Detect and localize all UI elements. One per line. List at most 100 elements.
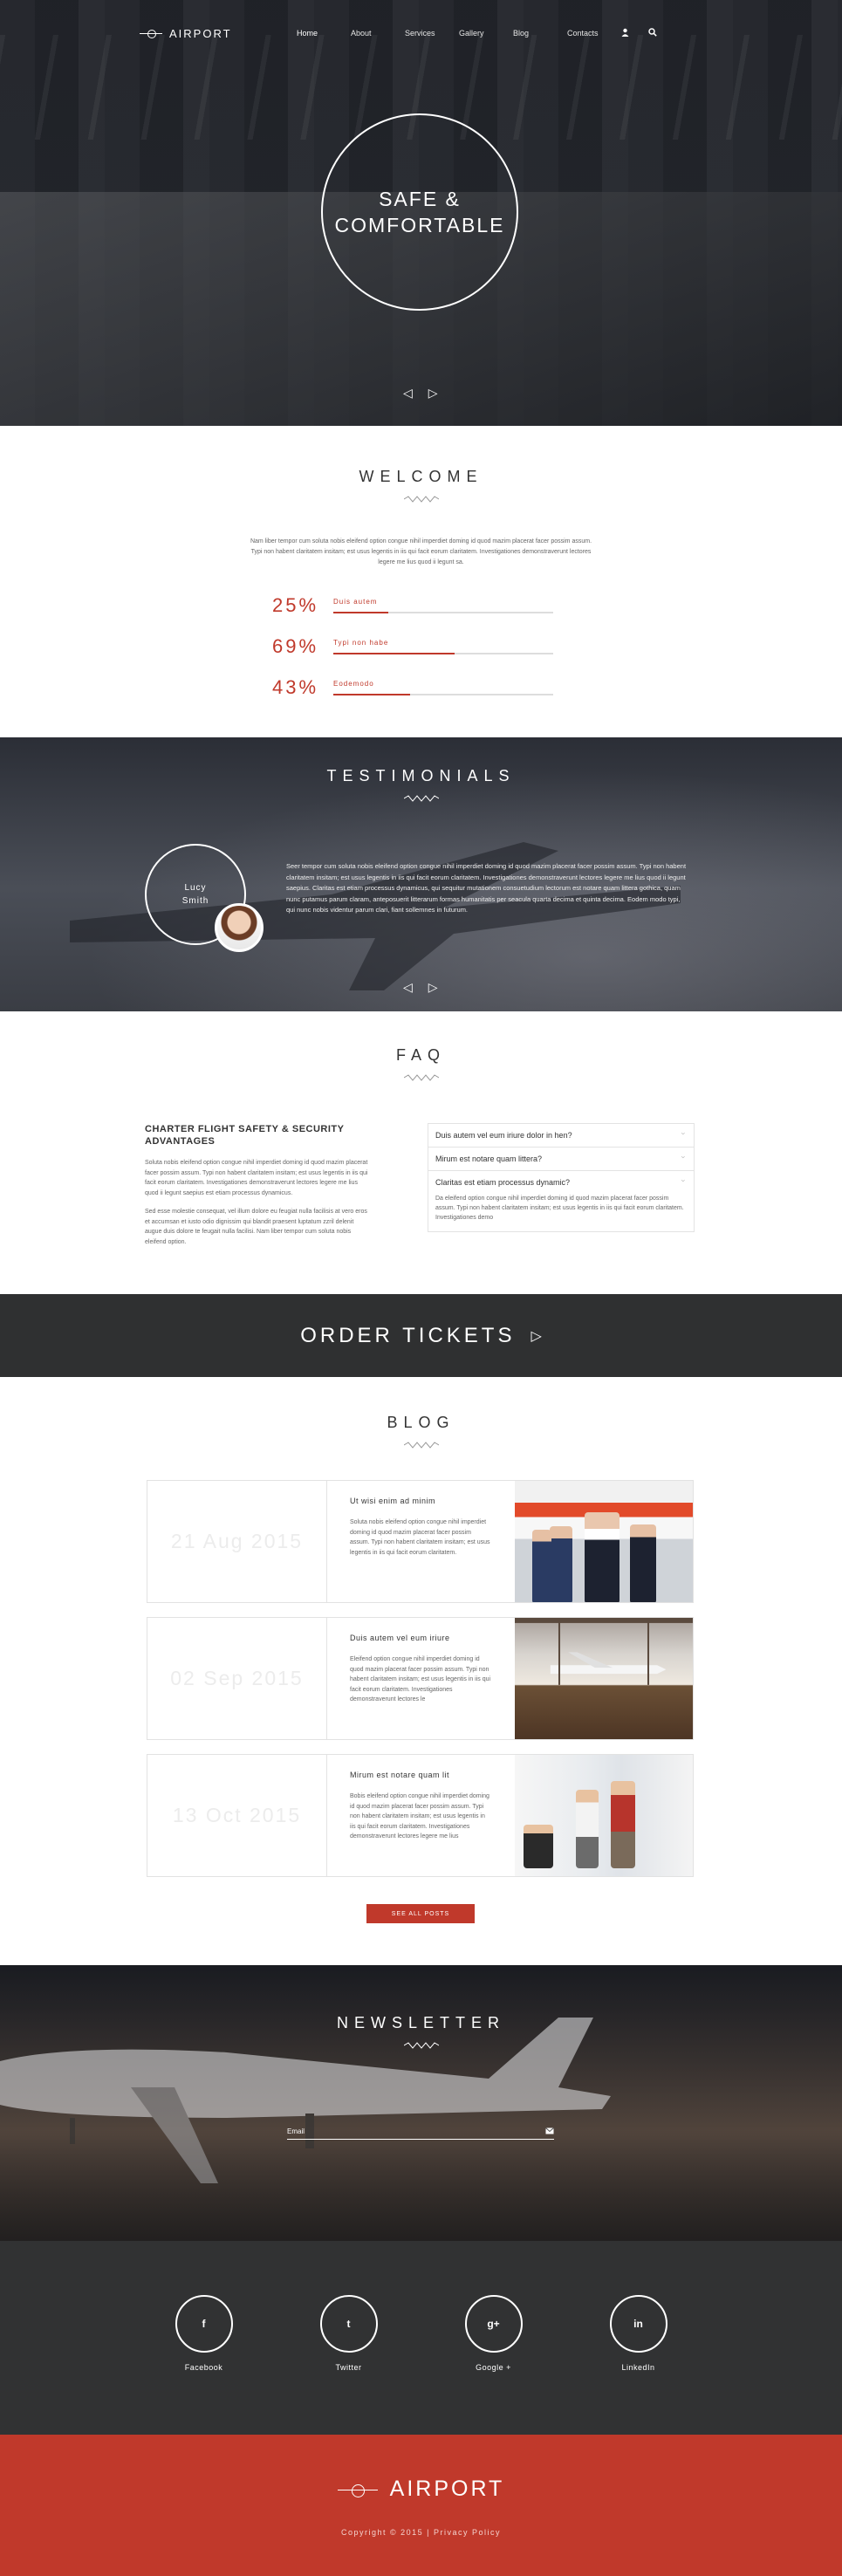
order-tickets-banner[interactable]: ORDER TICKETS ▷: [0, 1294, 842, 1377]
progress-fill: [333, 694, 411, 695]
stat-value: 43%: [272, 676, 319, 698]
faq-question-open[interactable]: Claritas est etiam processus dynamic?: [428, 1171, 694, 1194]
faq-paragraph: Soluta nobis eleifend option congue nihi…: [145, 1160, 368, 1196]
faq-answer: Da eleifend option congue nihil imperdie…: [435, 1196, 684, 1221]
testimonials-section: TESTIMONIALS Lucy Smith Seer tempor cum …: [0, 737, 842, 1011]
faq-question[interactable]: Duis autem vel eum iriure dolor in hen?: [428, 1124, 694, 1148]
see-all-posts-button[interactable]: SEE ALL POSTS: [366, 1904, 475, 1923]
stat-item: 69% Typi non habe: [272, 635, 553, 676]
google-plus-icon[interactable]: g+: [464, 2295, 523, 2353]
footer-logo-text: AIRPORT: [389, 2477, 505, 2501]
post-excerpt: Eleifend option congue nihil imperdiet d…: [350, 1656, 491, 1702]
linkedin-icon[interactable]: in: [609, 2295, 667, 2353]
newsletter-form: [287, 2124, 554, 2140]
social-label[interactable]: LinkedIn: [621, 2363, 654, 2372]
social-label[interactable]: Google +: [476, 2363, 511, 2372]
plane-logo-icon: [140, 29, 162, 38]
social-label[interactable]: Facebook: [185, 2363, 223, 2372]
nav-item-gallery[interactable]: Gallery: [459, 29, 513, 38]
social-twitter[interactable]: t Twitter: [318, 2295, 380, 2435]
user-icon[interactable]: [621, 28, 629, 39]
faq-accordion: Duis autem vel eum iriure dolor in hen? …: [428, 1123, 695, 1232]
post-excerpt: Bobis eleifend option congue nihil imper…: [350, 1793, 489, 1840]
jet-background-image: [0, 2018, 611, 2183]
social-links: f Facebook t Twitter g+ Google + in Link…: [0, 2241, 842, 2435]
post-date: 21 Aug 2015: [147, 1481, 327, 1602]
nav-item-blog[interactable]: Blog: [513, 29, 567, 38]
post-excerpt: Soluta nobis eleifend option congue nihi…: [350, 1519, 490, 1556]
blog-post[interactable]: 21 Aug 2015 Ut wisi enim ad minim Soluta…: [147, 1480, 694, 1603]
zigzag-divider-icon: [403, 1074, 439, 1081]
author-first-name: Lucy: [184, 883, 207, 893]
author-last-name: Smith: [181, 896, 209, 906]
nav-item-home[interactable]: Home: [297, 29, 351, 38]
social-google-plus[interactable]: g+ Google +: [463, 2295, 524, 2435]
social-linkedin[interactable]: in LinkedIn: [608, 2295, 669, 2435]
post-title[interactable]: Duis autem vel eum iriure: [350, 1634, 492, 1642]
hero-slogan-line1: SAFE &: [379, 188, 461, 210]
newsletter-section: NEWSLETTER: [0, 1965, 842, 2241]
facebook-icon[interactable]: f: [175, 2295, 233, 2353]
logo-text: AIRPORT: [169, 26, 232, 40]
welcome-title: WELCOME: [359, 468, 483, 485]
hero-slider-arrows: ◁ ▷: [403, 386, 438, 401]
progress-track: [333, 612, 553, 613]
faq-question[interactable]: Mirum est notare quam littera?: [428, 1148, 694, 1171]
social-facebook[interactable]: f Facebook: [174, 2295, 235, 2435]
post-date: 02 Sep 2015: [147, 1618, 327, 1739]
nav-item-about[interactable]: About: [351, 29, 405, 38]
faq-intro: CHARTER FLIGHT SAFETY & SECURITY ADVANTA…: [145, 1123, 370, 1247]
zigzag-divider-icon: [403, 1442, 439, 1449]
terminal-photo[interactable]: [515, 1618, 693, 1739]
blog-section: BLOG 21 Aug 2015 Ut wisi enim ad minim S…: [0, 1377, 842, 1965]
blog-title: BLOG: [387, 1414, 455, 1431]
prev-arrow-icon[interactable]: ◁: [403, 386, 413, 401]
nav-menu: Home About Services Gallery Blog Contact…: [297, 29, 621, 38]
footer-logo[interactable]: AIRPORT: [337, 2477, 505, 2502]
nav-item-services[interactable]: Services: [405, 29, 459, 38]
plane-window-image: [515, 1618, 693, 1685]
nav-icons: [621, 27, 657, 39]
welcome-section: WELCOME Nam liber tempor cum soluta nobi…: [0, 426, 842, 737]
progress-fill: [333, 653, 455, 654]
play-arrow-icon[interactable]: ▷: [531, 1327, 541, 1345]
hero-slogan-line2: COMFORTABLE: [334, 214, 505, 236]
stat-value: 25%: [272, 594, 319, 616]
lounge-photo[interactable]: [515, 1755, 693, 1876]
email-input[interactable]: [287, 2127, 514, 2135]
envelope-icon[interactable]: [545, 2127, 554, 2136]
faq-section: FAQ CHARTER FLIGHT SAFETY & SECURITY ADV…: [0, 1011, 842, 1294]
progress-track: [333, 694, 553, 695]
testimonial-quote: Seer tempor cum soluta nobis eleifend op…: [286, 862, 687, 914]
post-title[interactable]: Ut wisi enim ad minim: [350, 1497, 492, 1505]
testimonial-slider-arrows: ◁ ▷: [403, 980, 438, 995]
copyright-text[interactable]: Copyright © 2015 | Privacy Policy: [341, 2528, 501, 2537]
faq-heading: CHARTER FLIGHT SAFETY & SECURITY ADVANTA…: [145, 1124, 345, 1147]
twitter-icon[interactable]: t: [319, 2295, 378, 2353]
post-date: 13 Oct 2015: [147, 1755, 327, 1876]
progress-fill: [333, 612, 388, 613]
plane-logo-icon: [337, 2483, 378, 2497]
stat-item: 43% Eodemodo: [272, 676, 553, 717]
footer: AIRPORT Copyright © 2015 | Privacy Polic…: [0, 2435, 842, 2576]
prev-arrow-icon[interactable]: ◁: [403, 980, 413, 995]
progress-track: [333, 653, 553, 654]
avatar: [215, 903, 264, 952]
nav-item-contacts[interactable]: Contacts: [567, 29, 621, 38]
next-arrow-icon[interactable]: ▷: [428, 386, 438, 401]
stat-label: Eodemodo: [333, 680, 374, 688]
hero-section: AIRPORT Home About Services Gallery Blog…: [0, 0, 842, 426]
stat-label: Duis autem: [333, 598, 378, 606]
post-title[interactable]: Mirum est notare quam lit: [350, 1771, 492, 1779]
blog-posts: 21 Aug 2015 Ut wisi enim ad minim Soluta…: [147, 1480, 694, 1891]
blog-post[interactable]: 02 Sep 2015 Duis autem vel eum iriure El…: [147, 1617, 694, 1740]
next-arrow-icon[interactable]: ▷: [428, 980, 438, 995]
search-icon[interactable]: [648, 27, 657, 39]
order-tickets-label[interactable]: ORDER TICKETS: [300, 1324, 515, 1348]
logo[interactable]: AIRPORT: [140, 27, 297, 40]
social-label[interactable]: Twitter: [335, 2363, 361, 2372]
stats-list: 25% Duis autem 69% Typi non habe 43% Eod…: [272, 594, 553, 717]
blog-post[interactable]: 13 Oct 2015 Mirum est notare quam lit Bo…: [147, 1754, 694, 1877]
stat-value: 69%: [272, 635, 319, 657]
crew-photo[interactable]: [515, 1481, 693, 1602]
